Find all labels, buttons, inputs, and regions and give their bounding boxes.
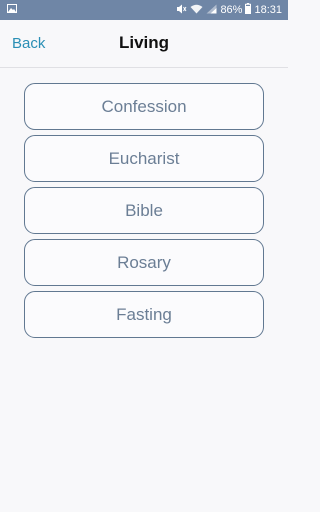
navigation-bar: Back Living [0, 20, 288, 68]
image-icon [7, 4, 17, 16]
battery-percent: 86% [220, 4, 243, 16]
eucharist-button[interactable]: Eucharist [24, 135, 264, 182]
page-title: Living [118, 33, 170, 52]
status-left [7, 4, 17, 16]
confession-button[interactable]: Confession [24, 83, 264, 130]
wifi-icon [190, 4, 203, 17]
rosary-button[interactable]: Rosary [24, 239, 264, 286]
status-bar: 86% 18:31 [0, 0, 288, 20]
battery-icon [245, 3, 252, 17]
mute-icon [176, 4, 187, 17]
status-right: 86% 18:31 [176, 3, 282, 17]
fasting-button[interactable]: Fasting [24, 291, 264, 338]
menu-list: Confession Eucharist Bible Rosary Fastin… [24, 83, 264, 343]
bible-button[interactable]: Bible [24, 187, 264, 234]
status-time: 18:31 [254, 4, 282, 16]
signal-icon [206, 4, 217, 17]
